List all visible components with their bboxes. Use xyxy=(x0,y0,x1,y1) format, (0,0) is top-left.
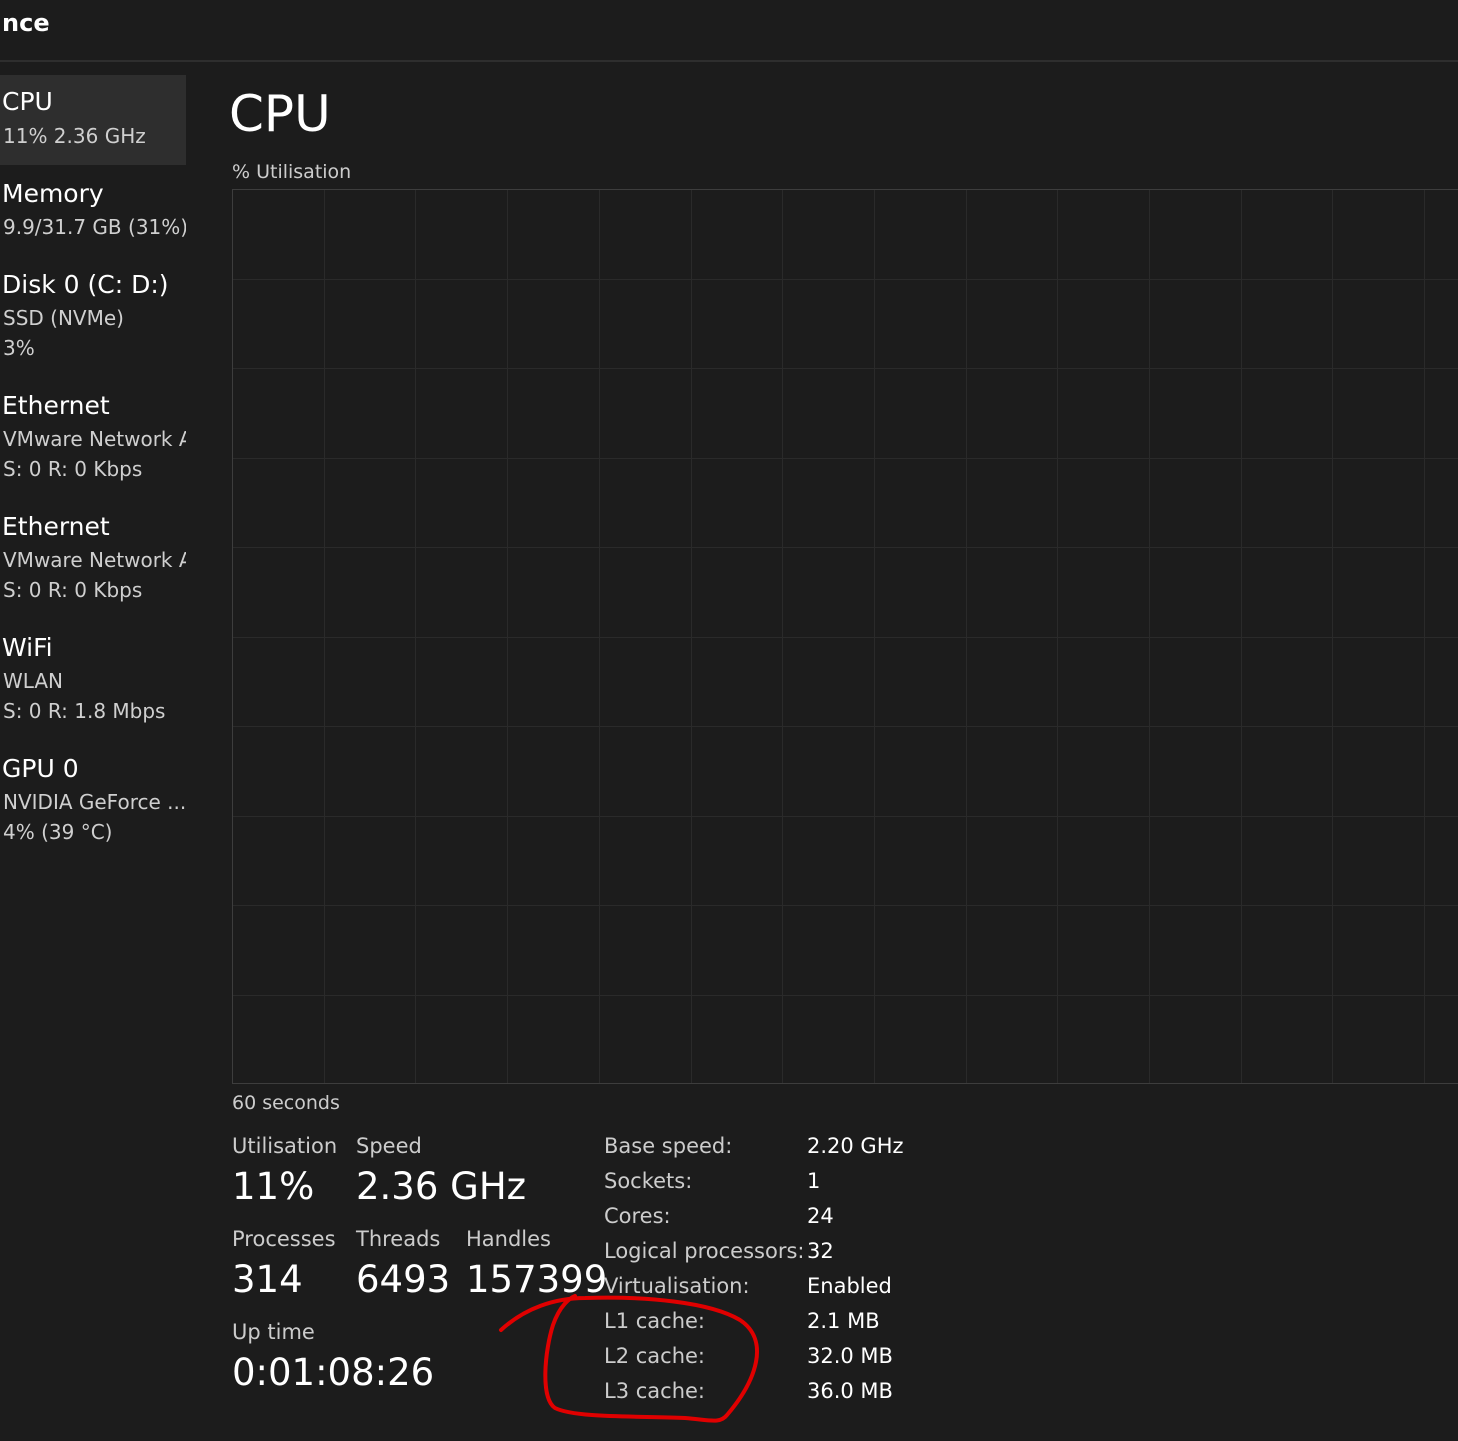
sidebar-item-memory[interactable]: Memory 9.9/31.7 GB (31%) xyxy=(0,167,186,247)
spec-label-virtualisation: Virtualisation: xyxy=(604,1274,750,1298)
graph-grid xyxy=(232,189,1458,1084)
sidebar-item-wifi[interactable]: WiFi WLAN S: 0 R: 1.8 Mbps xyxy=(0,621,186,733)
performance-sidebar: CPU 11% 2.36 GHz Memory 9.9/31.7 GB (31%… xyxy=(0,62,200,1441)
sidebar-item-detail: NVIDIA GeForce ... xyxy=(3,790,186,814)
spec-label-logical-processors: Logical processors: xyxy=(604,1239,805,1263)
sidebar-item-detail: VMware Network A xyxy=(3,427,186,451)
graph-time-label: 60 seconds xyxy=(232,1092,340,1114)
sidebar-item-name: Ethernet xyxy=(2,512,110,541)
graph-label: % Utilisation xyxy=(232,161,352,183)
handles-label: Handles xyxy=(466,1227,551,1251)
spec-label-base-speed: Base speed: xyxy=(604,1134,733,1158)
sidebar-item-ethernet-1[interactable]: Ethernet VMware Network A S: 0 R: 0 Kbps xyxy=(0,379,186,491)
task-manager-window: nce CPU 11% 2.36 GHz Memory 9.9/31.7 GB … xyxy=(0,0,1458,1441)
spec-value-l2-cache: 32.0 MB xyxy=(807,1344,893,1368)
spec-value-cores: 24 xyxy=(807,1204,834,1228)
threads-label: Threads xyxy=(356,1227,441,1251)
sidebar-item-usage: S: 0 R: 1.8 Mbps xyxy=(3,699,166,723)
handles-value: 157399 xyxy=(466,1258,608,1301)
spec-value-logical-processors: 32 xyxy=(807,1239,834,1263)
sidebar-item-name: GPU 0 xyxy=(2,754,79,783)
threads-value: 6493 xyxy=(356,1258,451,1301)
spec-label-sockets: Sockets: xyxy=(604,1169,693,1193)
spec-label-l2-cache: L2 cache: xyxy=(604,1344,706,1368)
sidebar-item-detail: 11% 2.36 GHz xyxy=(3,124,146,148)
spec-value-virtualisation: Enabled xyxy=(807,1274,892,1298)
page-title: CPU xyxy=(229,85,331,143)
spec-value-l3-cache: 36.0 MB xyxy=(807,1379,893,1403)
sidebar-item-name: WiFi xyxy=(2,633,53,662)
sidebar-item-detail: 9.9/31.7 GB (31%) xyxy=(3,215,186,239)
spec-label-l3-cache: L3 cache: xyxy=(604,1379,706,1403)
window-title: nce xyxy=(2,9,50,37)
sidebar-item-gpu[interactable]: GPU 0 NVIDIA GeForce ... 4% (39 °C) xyxy=(0,742,186,854)
spec-label-cores: Cores: xyxy=(604,1204,671,1228)
sidebar-item-detail: WLAN xyxy=(3,669,64,693)
processes-value: 314 xyxy=(232,1258,303,1301)
sidebar-item-usage: 4% (39 °C) xyxy=(3,820,113,844)
utilisation-value: 11% xyxy=(232,1165,315,1208)
utilisation-label: Utilisation xyxy=(232,1134,338,1158)
sidebar-item-usage: 3% xyxy=(3,336,35,360)
title-bar: nce xyxy=(0,0,1458,62)
sidebar-item-name: Ethernet xyxy=(2,391,110,420)
processes-label: Processes xyxy=(232,1227,336,1251)
uptime-label: Up time xyxy=(232,1320,315,1344)
spec-label-l1-cache: L1 cache: xyxy=(604,1309,706,1333)
sidebar-item-disk[interactable]: Disk 0 (C: D:) SSD (NVMe) 3% xyxy=(0,258,186,370)
sidebar-item-detail: VMware Network A xyxy=(3,548,186,572)
spec-value-base-speed: 2.20 GHz xyxy=(807,1134,904,1158)
sidebar-item-name: Memory xyxy=(2,179,104,208)
speed-label: Speed xyxy=(356,1134,422,1158)
sidebar-item-ethernet-2[interactable]: Ethernet VMware Network A S: 0 R: 0 Kbps xyxy=(0,500,186,612)
spec-value-sockets: 1 xyxy=(807,1169,821,1193)
sidebar-item-cpu[interactable]: CPU 11% 2.36 GHz xyxy=(0,75,186,165)
speed-value: 2.36 GHz xyxy=(356,1165,527,1208)
spec-value-l1-cache: 2.1 MB xyxy=(807,1309,880,1333)
graph-border xyxy=(232,189,1458,1084)
sidebar-item-name: Disk 0 (C: D:) xyxy=(2,270,169,299)
uptime-value: 0:01:08:26 xyxy=(232,1351,435,1394)
sidebar-item-detail: SSD (NVMe) xyxy=(3,306,124,330)
cpu-utilisation-graph xyxy=(232,189,1458,1084)
sidebar-item-usage: S: 0 R: 0 Kbps xyxy=(3,578,143,602)
sidebar-item-name: CPU xyxy=(2,87,53,116)
sidebar-item-usage: S: 0 R: 0 Kbps xyxy=(3,457,143,481)
